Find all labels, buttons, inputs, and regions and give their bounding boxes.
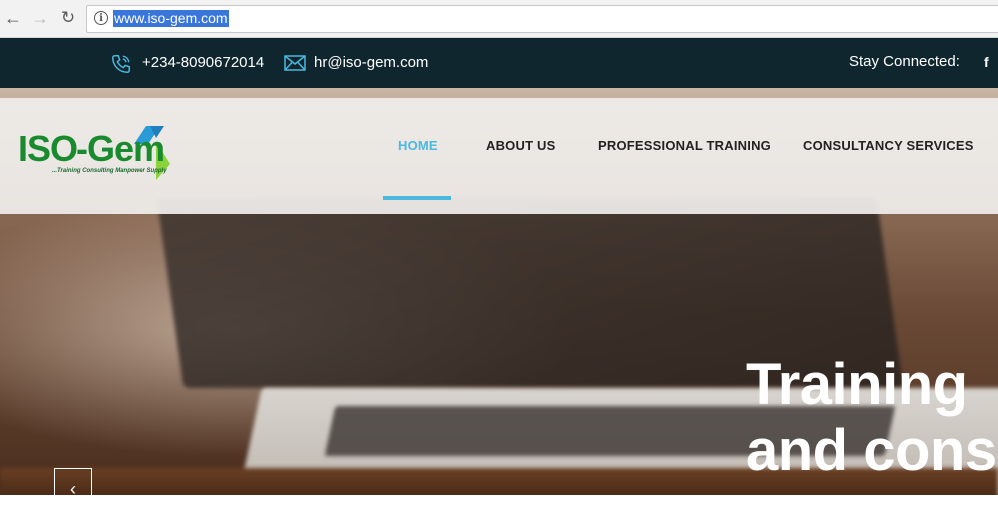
menu-item-about-us[interactable]: ABOUT US bbox=[486, 138, 556, 153]
info-icon[interactable]: i bbox=[94, 11, 108, 25]
chevron-left-icon: ‹ bbox=[70, 479, 76, 499]
hero-title-line1: Training bbox=[746, 352, 968, 417]
phone-icon bbox=[112, 55, 130, 73]
address-bar[interactable]: i www.iso-gem.com bbox=[86, 5, 998, 33]
back-arrow-icon[interactable]: ← bbox=[3, 8, 23, 28]
reload-icon[interactable]: ↻ bbox=[58, 8, 78, 28]
phone-number[interactable]: +234-8090672014 bbox=[142, 54, 264, 71]
menu-item-home[interactable]: HOME bbox=[398, 138, 438, 153]
menu-active-indicator bbox=[383, 196, 451, 200]
menu-item-professional-training[interactable]: PROFESSIONAL TRAINING bbox=[598, 138, 771, 153]
logo-tagline: ...Training Consulting Manpower Supply bbox=[52, 168, 167, 174]
logo-name-iso: ISO bbox=[18, 128, 78, 169]
mail-icon bbox=[284, 55, 306, 71]
logo-wordmark[interactable]: ISO -Gem ...Training Consulting Manpower… bbox=[18, 128, 188, 175]
facebook-icon[interactable]: f bbox=[984, 54, 989, 70]
hero-title-line2: and cons bbox=[746, 418, 997, 483]
email-address[interactable]: hr@iso-gem.com bbox=[314, 54, 428, 71]
browser-toolbar: ← → ↻ i www.iso-gem.com bbox=[0, 0, 998, 38]
slider-prev-button[interactable]: ‹ bbox=[54, 468, 92, 506]
logo-name-gem: -Gem bbox=[76, 128, 165, 169]
stay-connected-label: Stay Connected: bbox=[849, 53, 960, 70]
url-text[interactable]: www.iso-gem.com bbox=[113, 10, 229, 27]
forward-arrow-icon[interactable]: → bbox=[30, 8, 50, 28]
contact-bar: +234-8090672014 hr@iso-gem.com Stay Conn… bbox=[0, 38, 998, 88]
site-header: ISO -Gem ...Training Consulting Manpower… bbox=[0, 98, 998, 214]
menu-item-consultancy-services[interactable]: CONSULTANCY SERVICES bbox=[803, 138, 974, 153]
